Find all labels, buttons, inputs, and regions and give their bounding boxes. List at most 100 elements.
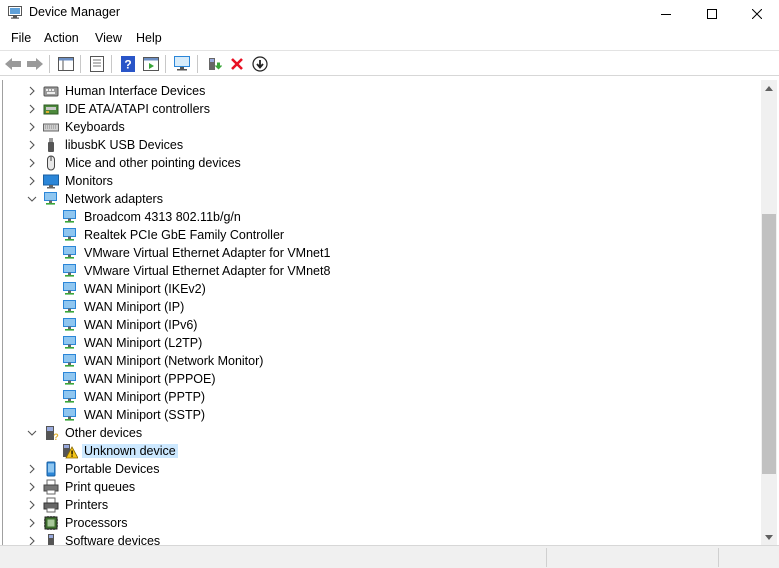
chevron-down-icon[interactable] (27, 193, 37, 205)
tree-child-label: WAN Miniport (IKEv2) (84, 282, 206, 296)
tree-child-wan-miniport-ipv6[interactable]: WAN Miniport (IPv6) (3, 316, 760, 334)
maximize-button[interactable] (689, 0, 735, 27)
tree-item-network-adapters[interactable]: Network adapters (3, 190, 760, 208)
chevron-right-icon[interactable] (27, 499, 37, 511)
tree-item-ide-controllers[interactable]: IDE ATA/ATAPI controllers (3, 100, 760, 118)
usb-icon (48, 138, 54, 152)
forward-icon (27, 58, 43, 70)
toolbar: ? (0, 50, 779, 76)
vertical-scrollbar[interactable] (761, 80, 777, 545)
action-pane-icon (143, 57, 159, 71)
status-pane-divider (546, 548, 547, 567)
chevron-right-icon[interactable] (27, 139, 37, 151)
chevron-right-icon[interactable] (27, 463, 37, 475)
chevron-right-icon[interactable] (27, 157, 37, 169)
show-hide-console-tree-icon (58, 57, 74, 71)
print-queue-icon (43, 479, 59, 495)
tree-child-broadcom-4313[interactable]: Broadcom 4313 802.11b/g/n (3, 208, 760, 226)
chevron-right-icon[interactable] (27, 85, 37, 97)
tree-child-wan-miniport-l2tp[interactable]: WAN Miniport (L2TP) (3, 334, 760, 352)
tree-item-software-devices[interactable]: Software devices (3, 532, 760, 545)
tree-child-label: WAN Miniport (IP) (84, 300, 185, 314)
tree-child-wan-miniport-sstp[interactable]: WAN Miniport (SSTP) (3, 406, 760, 424)
tree-item-label: Other devices (65, 426, 143, 440)
uninstall-device-button[interactable] (227, 54, 247, 74)
network-adapter-icon (63, 318, 76, 331)
menu-action[interactable]: Action (43, 31, 80, 45)
properties-icon (90, 56, 104, 72)
tree-item-label: Human Interface Devices (65, 84, 206, 98)
tree-child-label: Realtek PCIe GbE Family Controller (84, 228, 285, 242)
action-pane-button[interactable] (141, 54, 161, 74)
scroll-up-icon (765, 85, 773, 91)
tree-item-processors[interactable]: Processors (3, 514, 760, 532)
printer-icon (43, 497, 59, 513)
scroll-up-button[interactable] (761, 80, 777, 96)
tree-item-libusbk-usb-devices[interactable]: libusbK USB Devices (3, 136, 760, 154)
chevron-right-icon[interactable] (27, 103, 37, 115)
device-tree[interactable]: Human Interface Devices IDE ATA/ATAPI co… (2, 80, 761, 545)
tree-child-wan-miniport-network-monitor[interactable]: WAN Miniport (Network Monitor) (3, 352, 760, 370)
menu-file[interactable]: File (10, 31, 32, 45)
scan-hardware-changes-button[interactable] (172, 54, 192, 74)
tree-child-wan-miniport-ip[interactable]: WAN Miniport (IP) (3, 298, 760, 316)
title-bar: Device Manager (0, 0, 779, 27)
status-pane-divider (718, 548, 719, 567)
tree-child-wan-miniport-pppoe[interactable]: WAN Miniport (PPPOE) (3, 370, 760, 388)
tree-child-label: WAN Miniport (Network Monitor) (84, 354, 264, 368)
forward-button[interactable] (25, 54, 45, 74)
ide-controller-icon (43, 104, 59, 115)
tree-item-label: Portable Devices (65, 462, 160, 476)
scroll-down-button[interactable] (761, 529, 777, 545)
tree-item-print-queues[interactable]: Print queues (3, 478, 760, 496)
uninstall-device-icon (231, 58, 243, 70)
tree-child-wan-miniport-ikev2[interactable]: WAN Miniport (IKEv2) (3, 280, 760, 298)
chevron-right-icon[interactable] (27, 517, 37, 529)
hid-icon (43, 86, 59, 97)
tree-item-label: Keyboards (65, 120, 125, 134)
menu-view[interactable]: View (94, 31, 123, 45)
maximize-icon (707, 8, 717, 19)
chevron-down-icon[interactable] (27, 427, 37, 439)
tree-child-unknown-device[interactable]: Unknown device (3, 442, 760, 460)
svg-text:?: ? (124, 58, 131, 72)
menu-help[interactable]: Help (135, 31, 163, 45)
minimize-icon (661, 13, 671, 15)
chevron-right-icon[interactable] (27, 121, 37, 133)
tree-child-realtek-pcie-gbe[interactable]: Realtek PCIe GbE Family Controller (3, 226, 760, 244)
tree-child-wan-miniport-pptp[interactable]: WAN Miniport (PPTP) (3, 388, 760, 406)
tree-item-label: Printers (65, 498, 109, 512)
tree-item-portable-devices[interactable]: Portable Devices (3, 460, 760, 478)
menu-bar: File Action View Help (0, 28, 779, 49)
scroll-down-icon (765, 534, 773, 540)
mouse-icon (47, 155, 55, 171)
chevron-right-icon[interactable] (27, 175, 37, 187)
tree-item-human-interface-devices[interactable]: Human Interface Devices (3, 82, 760, 100)
chevron-right-icon[interactable] (27, 535, 37, 545)
tree-child-vmware-vmnet1[interactable]: VMware Virtual Ethernet Adapter for VMne… (3, 244, 760, 262)
tree-item-monitors[interactable]: Monitors (3, 172, 760, 190)
tree-item-printers[interactable]: Printers (3, 496, 760, 514)
tree-item-other-devices[interactable]: ? Other devices (3, 424, 760, 442)
network-adapter-icon (44, 192, 57, 205)
network-adapter-icon (63, 336, 76, 349)
disable-device-button[interactable] (250, 54, 270, 74)
software-device-icon (48, 534, 54, 545)
tree-item-mice[interactable]: Mice and other pointing devices (3, 154, 760, 172)
minimize-button[interactable] (643, 0, 689, 27)
help-button[interactable]: ? (118, 54, 138, 74)
tree-item-label: Network adapters (65, 192, 163, 206)
back-button[interactable] (3, 54, 23, 74)
tree-child-vmware-vmnet8[interactable]: VMware Virtual Ethernet Adapter for VMne… (3, 262, 760, 280)
properties-button[interactable] (87, 54, 107, 74)
back-icon (5, 58, 21, 70)
scrollbar-thumb[interactable] (762, 214, 776, 474)
close-button[interactable] (734, 0, 779, 27)
update-driver-button[interactable] (204, 54, 224, 74)
tree-item-label: Software devices (65, 534, 161, 545)
chevron-right-icon[interactable] (27, 481, 37, 493)
show-hide-console-tree-button[interactable] (56, 54, 76, 74)
tree-item-keyboards[interactable]: Keyboards (3, 118, 760, 136)
network-adapter-icon (63, 408, 76, 421)
tree-child-label: WAN Miniport (IPv6) (84, 318, 198, 332)
